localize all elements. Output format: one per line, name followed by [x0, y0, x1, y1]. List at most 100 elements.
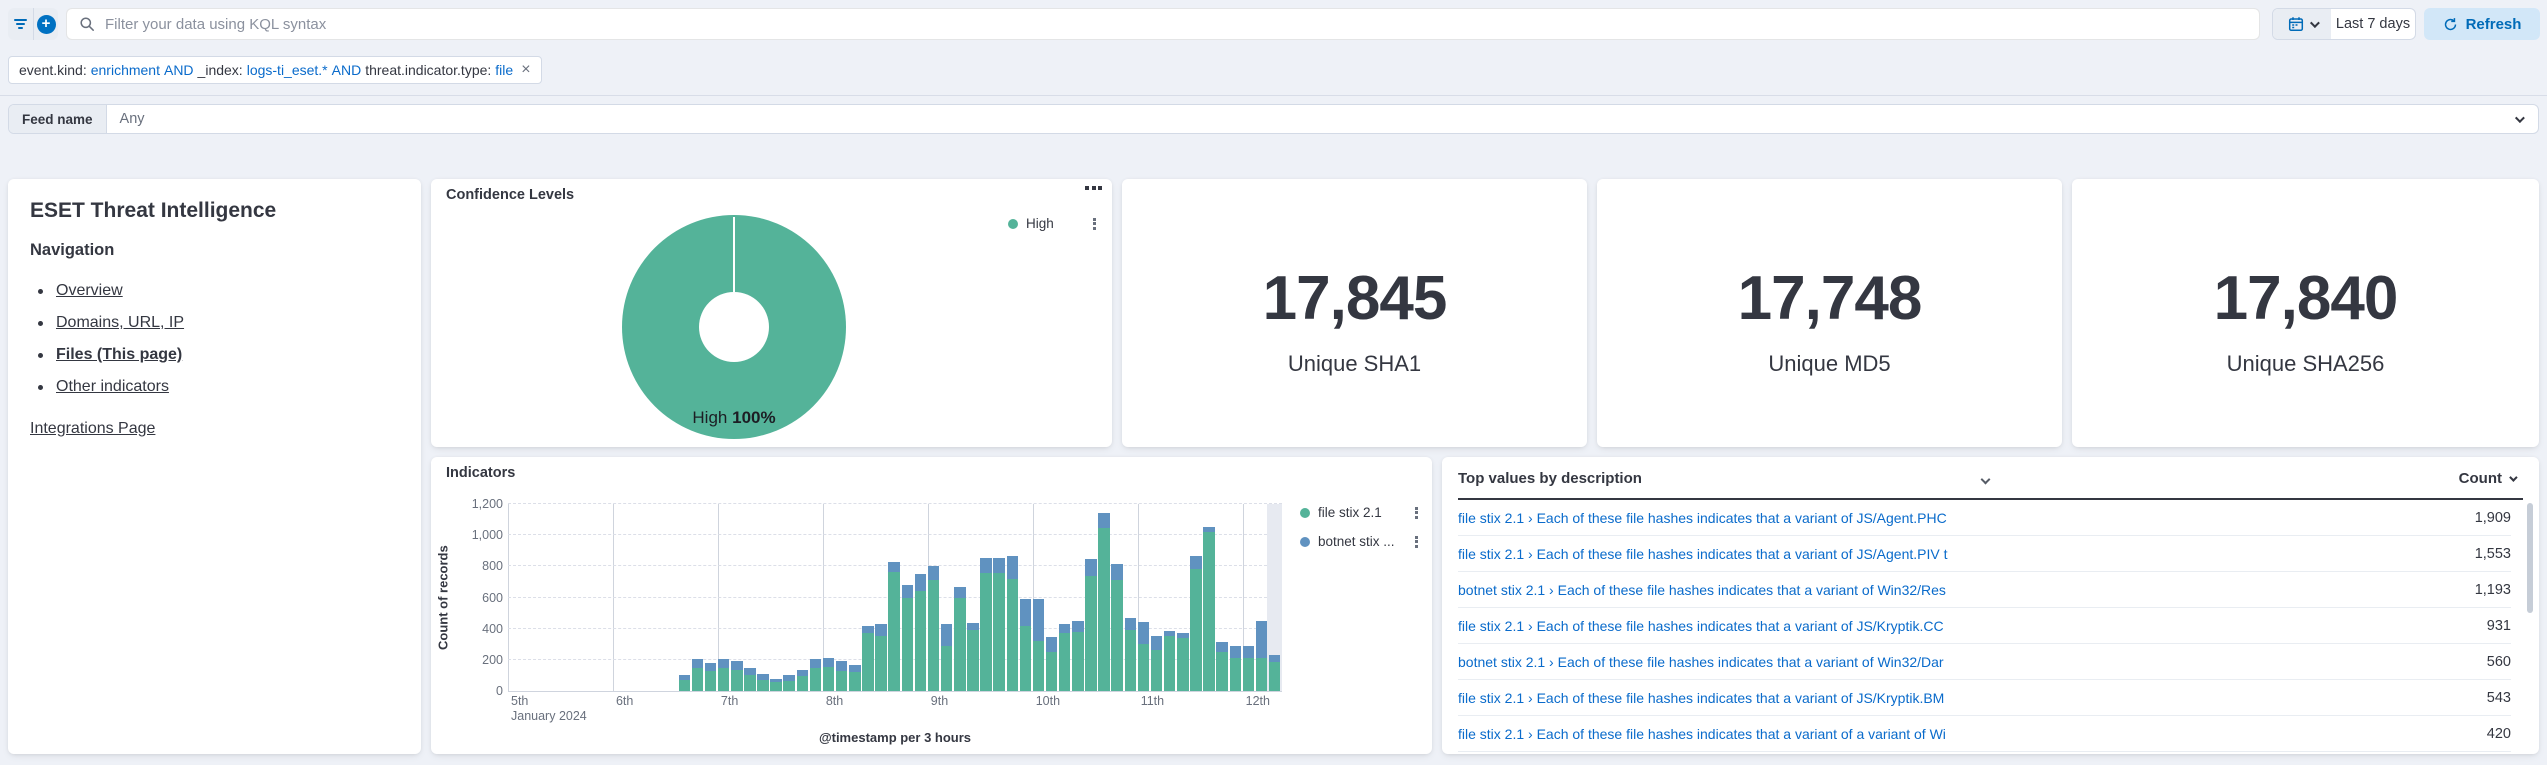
bar-segment-file-stix[interactable]: [692, 668, 704, 691]
add-filter-button[interactable]: [8, 8, 33, 40]
legend-actions-icon[interactable]: [1415, 507, 1418, 519]
bar-segment-file-stix[interactable]: [1256, 658, 1268, 692]
bar-segment-botnet-stix[interactable]: [1177, 633, 1189, 638]
bar-segment-file-stix[interactable]: [757, 680, 769, 691]
bar-segment-file-stix[interactable]: [679, 680, 691, 691]
bar-segment-botnet-stix[interactable]: [1138, 622, 1150, 644]
bar-segment-botnet-stix[interactable]: [1059, 624, 1071, 633]
bar-segment-file-stix[interactable]: [797, 676, 809, 691]
kql-search-input[interactable]: [105, 16, 2247, 33]
bar-segment-file-stix[interactable]: [1177, 638, 1189, 691]
bar-segment-botnet-stix[interactable]: [1085, 559, 1097, 576]
bar-segment-file-stix[interactable]: [1111, 580, 1123, 691]
bar-segment-file-stix[interactable]: [770, 682, 782, 691]
bar-segment-file-stix[interactable]: [1098, 528, 1110, 691]
bar-segment-file-stix[interactable]: [902, 598, 914, 692]
bar-segment-botnet-stix[interactable]: [849, 665, 861, 672]
bar-segment-botnet-stix[interactable]: [902, 585, 914, 597]
bar-segment-file-stix[interactable]: [1190, 569, 1202, 691]
bar-segment-file-stix[interactable]: [980, 573, 992, 691]
bar-chart-plot[interactable]: [508, 504, 1282, 692]
filter-pill[interactable]: event.kind: enrichment AND _index: logs-…: [8, 56, 542, 84]
bar-segment-file-stix[interactable]: [954, 598, 966, 692]
remove-filter-icon[interactable]: ×: [521, 61, 530, 79]
bar-segment-botnet-stix[interactable]: [692, 659, 704, 668]
bar-segment-file-stix[interactable]: [875, 636, 887, 691]
bar-segment-botnet-stix[interactable]: [862, 626, 874, 633]
bar-segment-file-stix[interactable]: [1230, 658, 1242, 691]
bar-segment-file-stix[interactable]: [1046, 652, 1058, 691]
bar-segment-botnet-stix[interactable]: [1269, 655, 1281, 662]
nav-link-files-current[interactable]: Files (This page): [56, 346, 182, 363]
column-actions-icon[interactable]: [1981, 475, 1991, 485]
bar-segment-file-stix[interactable]: [862, 633, 874, 691]
bar-segment-botnet-stix[interactable]: [783, 675, 795, 680]
refresh-button[interactable]: Refresh: [2424, 8, 2540, 40]
bar-segment-botnet-stix[interactable]: [993, 558, 1005, 574]
description-link[interactable]: file stix 2.1 › Each of these file hashe…: [1458, 510, 1947, 526]
bar-segment-file-stix[interactable]: [1243, 658, 1255, 692]
bar-segment-botnet-stix[interactable]: [770, 679, 782, 682]
bar-segment-file-stix[interactable]: [1164, 636, 1176, 691]
bar-segment-botnet-stix[interactable]: [1111, 564, 1123, 580]
bar-segment-botnet-stix[interactable]: [731, 661, 743, 670]
legend-actions-icon[interactable]: [1415, 536, 1418, 548]
description-link[interactable]: botnet stix 2.1 › Each of these file has…: [1458, 582, 1946, 598]
description-link[interactable]: file stix 2.1 › Each of these file hashe…: [1458, 618, 1944, 634]
bar-segment-file-stix[interactable]: [1151, 650, 1163, 691]
legend-item-file-stix[interactable]: file stix 2.1: [1300, 505, 1418, 520]
bar-segment-file-stix[interactable]: [705, 671, 717, 691]
bar-segment-botnet-stix[interactable]: [1098, 513, 1110, 528]
bar-segment-botnet-stix[interactable]: [1151, 636, 1163, 650]
bar-segment-file-stix[interactable]: [718, 668, 730, 691]
bar-segment-file-stix[interactable]: [1269, 662, 1281, 691]
bar-segment-file-stix[interactable]: [1125, 630, 1137, 691]
bar-segment-file-stix[interactable]: [1216, 652, 1228, 691]
bar-segment-file-stix[interactable]: [1033, 641, 1045, 691]
bar-segment-botnet-stix[interactable]: [1230, 646, 1242, 658]
description-link[interactable]: file stix 2.1 › Each of these file hashe…: [1458, 726, 1946, 742]
panel-options-icon[interactable]: [1085, 186, 1102, 190]
bar-segment-file-stix[interactable]: [1020, 626, 1032, 691]
description-link[interactable]: botnet stix 2.1 › Each of these file has…: [1458, 654, 1944, 670]
bar-segment-file-stix[interactable]: [836, 671, 848, 691]
bar-segment-botnet-stix[interactable]: [888, 562, 900, 572]
bar-segment-botnet-stix[interactable]: [810, 659, 822, 668]
bar-segment-botnet-stix[interactable]: [744, 668, 756, 675]
bar-segment-file-stix[interactable]: [1138, 644, 1150, 691]
bar-segment-botnet-stix[interactable]: [1203, 527, 1215, 532]
bar-segment-botnet-stix[interactable]: [836, 661, 848, 670]
bar-segment-botnet-stix[interactable]: [875, 624, 887, 636]
bar-segment-botnet-stix[interactable]: [1164, 631, 1176, 636]
nav-link-integrations-page[interactable]: Integrations Page: [30, 420, 155, 437]
bar-segment-botnet-stix[interactable]: [1007, 556, 1019, 579]
bar-segment-file-stix[interactable]: [1072, 632, 1084, 691]
description-link[interactable]: file stix 2.1 › Each of these file hashe…: [1458, 546, 1948, 562]
add-control-button[interactable]: +: [33, 8, 58, 40]
legend-actions-icon[interactable]: [1093, 218, 1096, 230]
bar-segment-botnet-stix[interactable]: [928, 566, 940, 580]
date-quick-select-button[interactable]: [2273, 9, 2331, 39]
feed-name-control[interactable]: Feed name Any: [8, 104, 2539, 134]
count-column-header[interactable]: Count: [2459, 470, 2515, 487]
bar-segment-botnet-stix[interactable]: [1020, 599, 1032, 625]
bar-segment-file-stix[interactable]: [849, 672, 861, 691]
bar-segment-file-stix[interactable]: [783, 681, 795, 691]
bar-segment-botnet-stix[interactable]: [1256, 621, 1268, 658]
bar-segment-botnet-stix[interactable]: [1033, 599, 1045, 641]
nav-link-overview[interactable]: Overview: [56, 282, 123, 299]
bar-segment-botnet-stix[interactable]: [823, 658, 835, 667]
bar-segment-botnet-stix[interactable]: [915, 574, 927, 591]
bar-segment-file-stix[interactable]: [967, 630, 979, 691]
bar-segment-botnet-stix[interactable]: [1046, 637, 1058, 652]
nav-link-other-indicators[interactable]: Other indicators: [56, 378, 169, 395]
bar-segment-file-stix[interactable]: [810, 668, 822, 691]
bar-segment-botnet-stix[interactable]: [679, 675, 691, 680]
bar-segment-file-stix[interactable]: [1085, 576, 1097, 691]
bar-segment-botnet-stix[interactable]: [941, 624, 953, 646]
bar-segment-file-stix[interactable]: [941, 646, 953, 691]
bar-segment-file-stix[interactable]: [823, 667, 835, 691]
bar-segment-botnet-stix[interactable]: [705, 663, 717, 671]
bar-segment-file-stix[interactable]: [744, 675, 756, 691]
legend-item-high[interactable]: High: [1008, 216, 1096, 231]
